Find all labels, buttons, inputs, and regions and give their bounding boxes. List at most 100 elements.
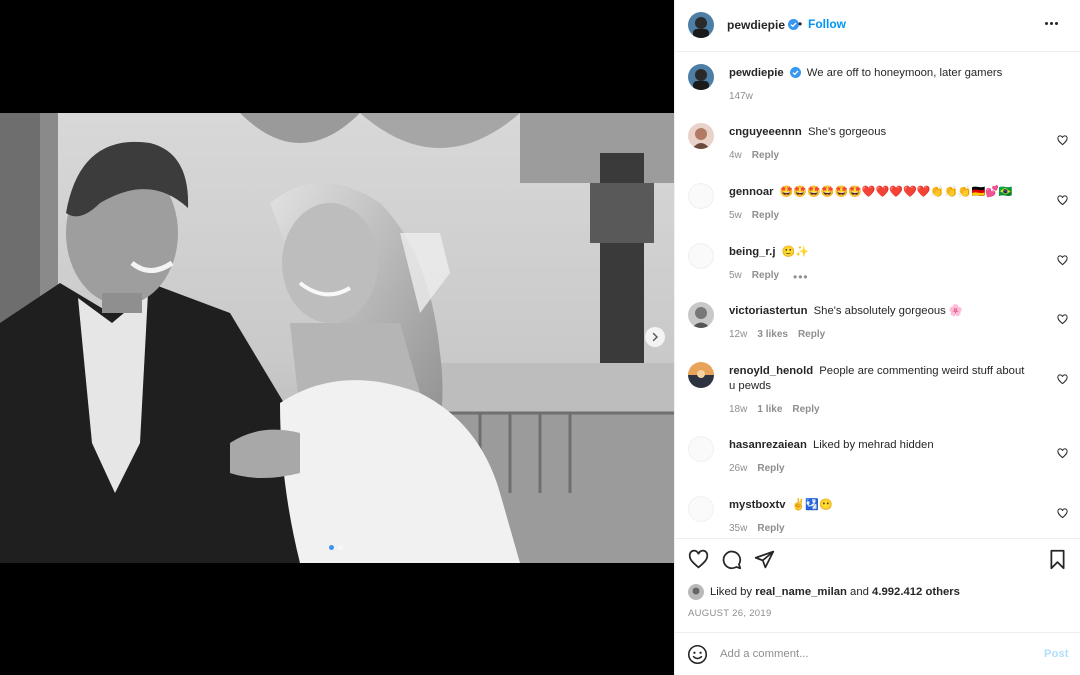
- reply-button[interactable]: Reply: [757, 523, 784, 534]
- follow-button[interactable]: Follow: [808, 17, 846, 31]
- bookmark-icon[interactable]: [1048, 549, 1067, 570]
- heart-icon[interactable]: [1057, 508, 1068, 519]
- comment-body: hasanrezaiean Liked by mehrad hidden: [729, 438, 1029, 453]
- commenter-avatar[interactable]: [688, 496, 714, 522]
- more-options-button[interactable]: [1045, 22, 1058, 25]
- reply-button[interactable]: Reply: [752, 270, 779, 284]
- comment-meta: 4w Reply: [729, 150, 779, 161]
- heart-icon[interactable]: [1057, 374, 1068, 385]
- author-avatar[interactable]: [688, 12, 714, 38]
- comments-list[interactable]: pewdiepie We are off to honeymoon, later…: [675, 53, 1080, 538]
- commenter-username[interactable]: gennoar: [729, 186, 774, 198]
- author-username[interactable]: pewdiepie: [727, 18, 785, 32]
- post-header: pewdiepie • Follow: [675, 0, 1080, 52]
- comment-text: Liked by mehrad hidden: [813, 439, 934, 451]
- reply-button[interactable]: Reply: [757, 463, 784, 474]
- post-side-panel: pewdiepie • Follow pewdiepie We are off …: [674, 0, 1080, 675]
- comment-text: 🤩🤩🤩🤩🤩🤩❤️❤️❤️❤️❤️👏👏👏🇩🇪💕🇧🇷: [779, 186, 1013, 198]
- commenter-avatar[interactable]: [688, 302, 714, 328]
- commenter-avatar[interactable]: [688, 123, 714, 149]
- liker-avatar[interactable]: [688, 584, 704, 600]
- comment-meta: 5w Reply: [729, 210, 779, 221]
- post-actions: [675, 549, 1080, 573]
- heart-icon[interactable]: [1057, 255, 1068, 266]
- commenter-avatar[interactable]: [688, 362, 714, 388]
- commenter-username[interactable]: renoyld_henold: [729, 365, 813, 377]
- comment-text: ✌️🛂😶: [791, 499, 833, 511]
- next-slide-button[interactable]: [645, 327, 665, 347]
- commenter-username[interactable]: hasanrezaiean: [729, 439, 807, 451]
- comment-likes-button[interactable]: 3 likes: [757, 329, 788, 340]
- reply-button[interactable]: Reply: [798, 329, 825, 340]
- actions-divider: [675, 538, 1080, 539]
- more-dot: [1045, 22, 1048, 25]
- reply-button[interactable]: Reply: [792, 404, 819, 415]
- comment-likes-button[interactable]: 1 like: [757, 404, 782, 415]
- comment-body: being_r.j 🙂✨: [729, 245, 1029, 260]
- heart-icon[interactable]: [1057, 195, 1068, 206]
- verified-badge-icon: [789, 67, 801, 78]
- commenter-avatar[interactable]: [688, 436, 714, 462]
- comment-meta: 18w 1 like Reply: [729, 404, 820, 415]
- comment-options-button[interactable]: •••: [793, 270, 809, 284]
- likes-user[interactable]: real_name_milan: [755, 586, 847, 598]
- likes-conj: and: [850, 586, 869, 598]
- more-dot: [1055, 22, 1058, 25]
- caption-body: pewdiepie We are off to honeymoon, later…: [729, 66, 1029, 81]
- caption-username[interactable]: pewdiepie: [729, 67, 784, 79]
- post-comment-button[interactable]: Post: [1044, 648, 1068, 660]
- comment-input[interactable]: [720, 644, 1030, 664]
- smiley-icon[interactable]: [687, 644, 708, 665]
- heart-icon[interactable]: [1057, 448, 1068, 459]
- comment-composer: Post: [675, 632, 1080, 675]
- post-photo[interactable]: [0, 113, 674, 563]
- reply-button[interactable]: Reply: [752, 150, 779, 161]
- commenter-username[interactable]: mystboxtv: [729, 499, 786, 511]
- author-avatar[interactable]: [688, 64, 714, 90]
- likes-others[interactable]: 4.992.412 others: [872, 586, 960, 598]
- send-icon[interactable]: [754, 549, 775, 570]
- heart-icon[interactable]: [688, 549, 709, 570]
- caption-time: 147w: [729, 91, 753, 102]
- comment-time: 12w: [729, 329, 748, 340]
- commenter-username[interactable]: cnguyeeennn: [729, 126, 802, 138]
- heart-icon[interactable]: [1057, 314, 1068, 325]
- comment-text: She's absolutely gorgeous 🌸: [813, 305, 963, 317]
- caption-meta: 147w: [729, 91, 753, 102]
- comment-meta: 5w Reply •••: [729, 270, 809, 284]
- comment-time: 5w: [729, 270, 742, 281]
- comment-time: 26w: [729, 463, 748, 474]
- comment-text: 🙂✨: [781, 246, 810, 258]
- more-dot: [1050, 22, 1053, 25]
- caption-text: We are off to honeymoon, later gamers: [806, 67, 1003, 79]
- likes-summary: Liked by real_name_milan and 4.992.412 o…: [688, 584, 960, 600]
- comment-meta: 12w 3 likes Reply: [729, 329, 825, 340]
- post-date[interactable]: AUGUST 26, 2019: [688, 608, 772, 619]
- commenter-username[interactable]: being_r.j: [729, 246, 775, 258]
- comment-time: 4w: [729, 150, 742, 161]
- comment-time: 35w: [729, 523, 748, 534]
- comment-text: She's gorgeous: [807, 126, 887, 138]
- comment-body: mystboxtv ✌️🛂😶: [729, 498, 1029, 513]
- reply-button[interactable]: Reply: [752, 210, 779, 221]
- wedding-photo-illustration: [0, 113, 674, 563]
- comment-body: cnguyeeennn She's gorgeous: [729, 125, 1029, 140]
- carousel-dot: [338, 545, 343, 550]
- commenter-avatar[interactable]: [688, 183, 714, 209]
- chevron-right-icon: [652, 332, 658, 342]
- comment-time: 5w: [729, 210, 742, 221]
- carousel-dots: [329, 545, 343, 550]
- comment-time: 18w: [729, 404, 748, 415]
- comment-icon[interactable]: [721, 549, 742, 570]
- comment-meta: 35w Reply: [729, 523, 785, 534]
- comment-meta: 26w Reply: [729, 463, 785, 474]
- comment-body: renoyld_henold People are commenting wei…: [729, 364, 1029, 394]
- post-media: [0, 0, 674, 675]
- likes-prefix: Liked by: [710, 586, 753, 598]
- comment-body: gennoar 🤩🤩🤩🤩🤩🤩❤️❤️❤️❤️❤️👏👏👏🇩🇪💕🇧🇷: [729, 185, 1029, 200]
- carousel-dot-active: [329, 545, 334, 550]
- commenter-avatar[interactable]: [688, 243, 714, 269]
- heart-icon[interactable]: [1057, 135, 1068, 146]
- header-separator: •: [798, 17, 803, 31]
- commenter-username[interactable]: victoriastertun: [729, 305, 807, 317]
